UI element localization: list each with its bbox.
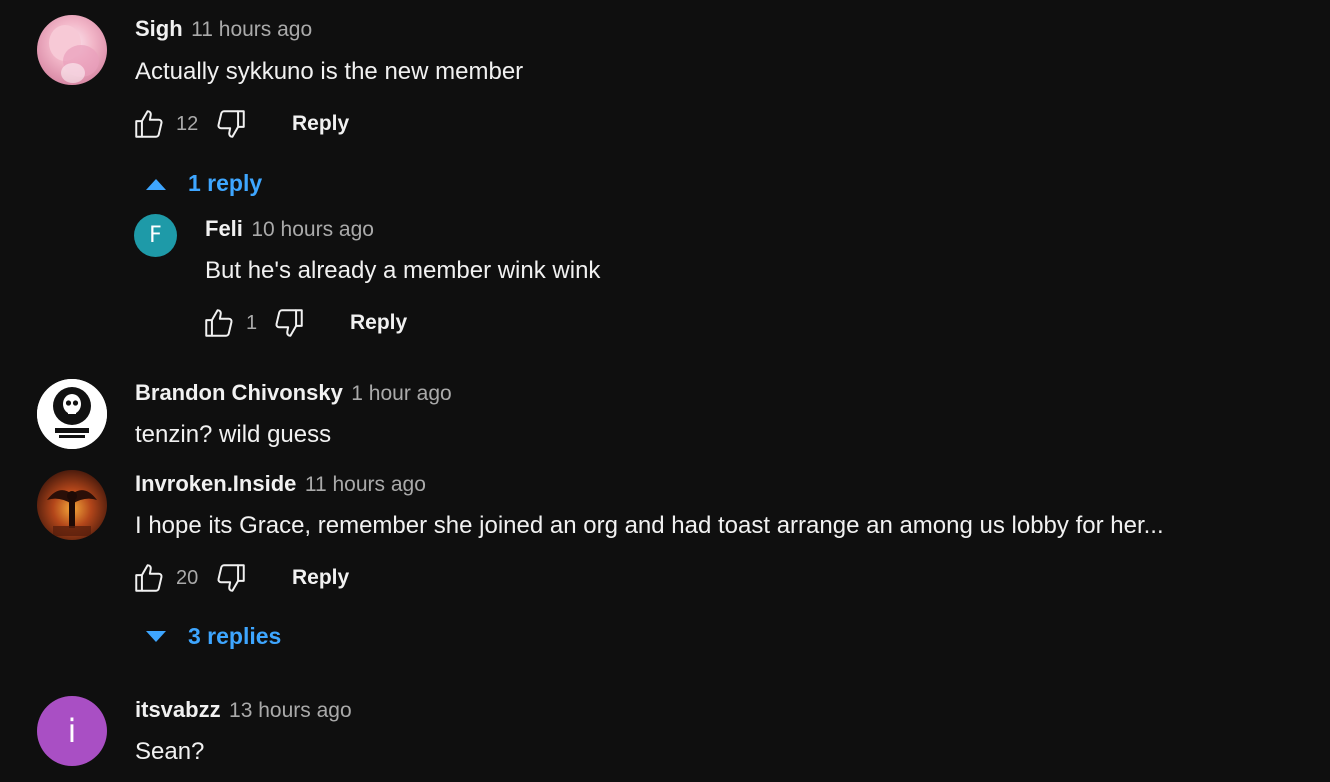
avatar[interactable]: F [134, 214, 177, 257]
comment-header: Sigh 11 hours ago [135, 16, 312, 42]
author-name[interactable]: Invroken.Inside [135, 471, 296, 496]
avatar[interactable]: i [37, 696, 107, 766]
author-name[interactable]: Sigh [135, 16, 183, 41]
comment-actions: 1 Reply [202, 305, 407, 341]
comment-time[interactable]: 1 hour ago [351, 382, 451, 405]
comment-actions: 20 Reply [132, 560, 349, 596]
dislike-button[interactable] [272, 306, 306, 340]
comment-text: I hope its Grace, remember she joined an… [135, 512, 1164, 539]
like-count: 12 [176, 112, 199, 135]
like-button[interactable] [202, 306, 236, 340]
like-button[interactable] [132, 107, 166, 141]
comment-text: Sean? [135, 738, 205, 765]
replies-toggle-label: 1 reply [188, 170, 263, 196]
thumb-down-icon [217, 110, 245, 138]
comment-time[interactable]: 10 hours ago [251, 218, 374, 241]
thumb-up-icon [135, 564, 163, 592]
avatar[interactable] [37, 379, 107, 449]
avatar-letter: i [67, 712, 77, 750]
avatar-letter: F [149, 223, 162, 248]
thumb-up-icon [205, 309, 233, 337]
caret-down-icon [143, 627, 169, 647]
thumb-down-icon [275, 309, 303, 337]
reply-button[interactable]: Reply [292, 112, 349, 136]
comment-header: itsvabzz 13 hours ago [135, 697, 352, 723]
comment-text: Actually sykkuno is the new member [135, 58, 524, 85]
comment-header: Feli 10 hours ago [205, 216, 374, 242]
author-name[interactable]: Brandon Chivonsky [135, 380, 343, 405]
comment-header: Brandon Chivonsky 1 hour ago [135, 380, 452, 406]
thumb-down-icon [217, 564, 245, 592]
comment-text: But he's already a member wink wink [205, 257, 601, 284]
reply-button[interactable]: Reply [292, 566, 349, 590]
comments-section: Sigh 11 hours ago Actually sykkuno is th… [0, 0, 1330, 782]
like-count: 20 [176, 566, 199, 589]
thumb-up-icon [135, 110, 163, 138]
caret-up-icon [143, 174, 169, 194]
replies-toggle-label: 3 replies [188, 623, 282, 649]
dislike-button[interactable] [214, 107, 248, 141]
comment-time[interactable]: 11 hours ago [191, 18, 312, 41]
reply-button[interactable]: Reply [350, 311, 407, 335]
comment-time[interactable]: 13 hours ago [229, 699, 352, 722]
avatar[interactable] [37, 15, 107, 85]
author-name[interactable]: itsvabzz [135, 697, 221, 722]
comment-header: Invroken.Inside 11 hours ago [135, 471, 426, 497]
author-name[interactable]: Feli [205, 216, 243, 241]
like-count: 1 [246, 311, 258, 334]
comment-time[interactable]: 11 hours ago [305, 473, 426, 496]
comment-actions: 12 Reply [132, 106, 349, 142]
dislike-button[interactable] [214, 561, 248, 595]
like-button[interactable] [132, 561, 166, 595]
replies-toggle[interactable]: 1 reply [143, 170, 262, 197]
avatar[interactable] [37, 470, 107, 540]
comment-text: tenzin? wild guess [135, 421, 332, 448]
replies-toggle[interactable]: 3 replies [143, 623, 281, 650]
